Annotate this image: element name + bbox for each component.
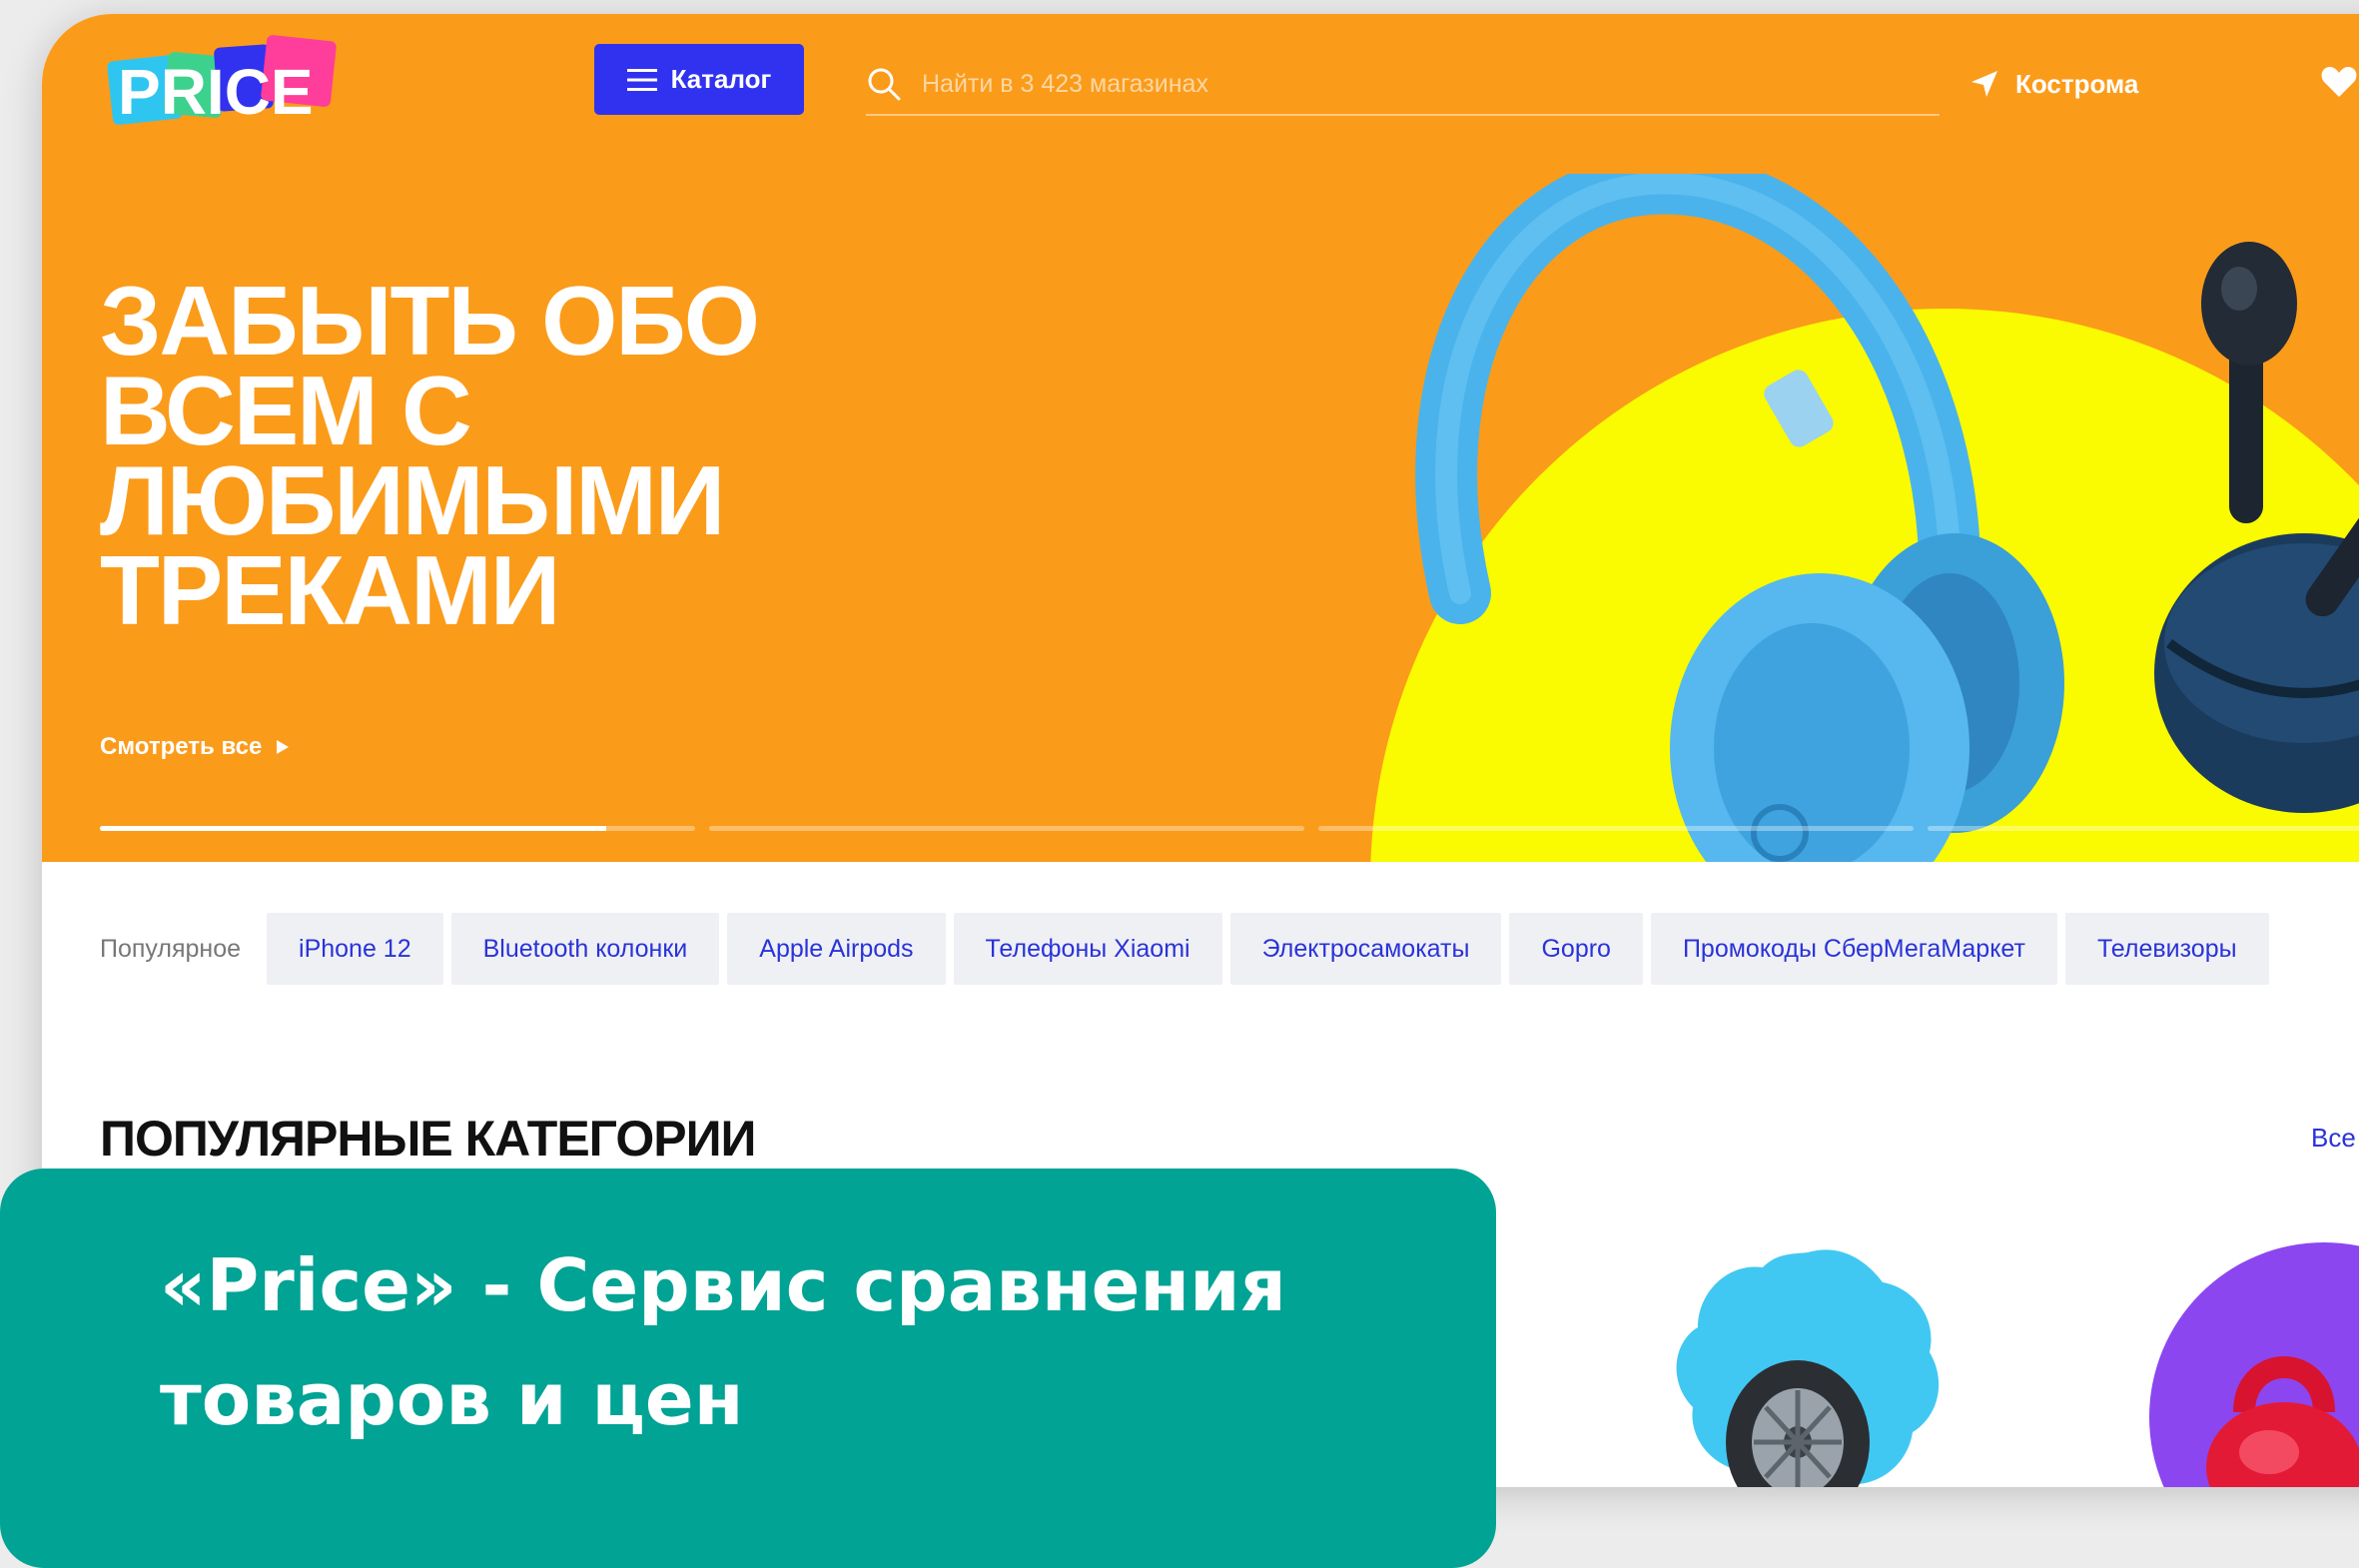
search-bar[interactable] <box>866 54 1940 116</box>
tag-bluetooth-speakers[interactable]: Bluetooth колонки <box>450 913 720 985</box>
section-title: ПОПУЛЯРНЫЕ КАТЕГОРИИ <box>100 1111 756 1167</box>
caption-text: «Price» - Сервис сравнения товаров и цен <box>160 1243 1286 1441</box>
search-icon <box>868 68 901 101</box>
menu-icon <box>626 68 657 91</box>
city-name: Кострома <box>2015 68 2139 99</box>
tag-iphone-12[interactable]: iPhone 12 <box>267 913 443 985</box>
promo-title: ЗАБЫТЬ ОБО ВСЕМ С ЛЮБИМЫМИ ТРЕКАМИ <box>100 272 760 639</box>
location-arrow-icon <box>1971 71 1997 97</box>
tag-apple-airpods[interactable]: Apple Airpods <box>727 913 946 985</box>
popular-tags: Популярное iPhone 12 Bluetooth колонки A… <box>100 913 2269 985</box>
heart-icon[interactable] <box>2321 66 2357 98</box>
popular-label: Популярное <box>100 934 242 963</box>
promo-title-line: ТРЕКАМИ <box>100 535 560 645</box>
catalog-button[interactable]: Каталог <box>594 44 804 115</box>
price-logo[interactable]: PRICE <box>100 34 362 138</box>
promo-banner: PRICE Каталог Кострома <box>42 14 2359 862</box>
see-all-label: Смотреть все <box>100 733 263 760</box>
see-all-link[interactable]: Смотреть все <box>100 733 290 761</box>
tag-sbermegamarket-promocodes[interactable]: Промокоды СберМегаМаркет <box>1650 913 2057 985</box>
slide-indicator[interactable] <box>1928 826 2359 831</box>
logo-text: PRICE <box>118 56 314 128</box>
all-categories-link[interactable]: Все <box>2311 1123 2356 1154</box>
search-input[interactable] <box>922 69 1821 99</box>
slide-indicator[interactable] <box>1318 826 1914 831</box>
slide-indicator[interactable] <box>709 826 1304 831</box>
city-selector[interactable]: Кострома <box>1969 64 2138 104</box>
headphones-earbuds-image <box>1415 174 2359 862</box>
category-sport-image[interactable] <box>2149 1242 2359 1487</box>
tag-electric-scooters[interactable]: Электросамокаты <box>1229 913 1502 985</box>
category-tires-image[interactable] <box>1668 1242 1948 1487</box>
tag-xiaomi-phones[interactable]: Телефоны Xiaomi <box>953 913 1222 985</box>
play-arrow-icon <box>277 740 290 754</box>
slide-progress-fill <box>100 826 606 831</box>
tag-tvs[interactable]: Телевизоры <box>2064 913 2269 985</box>
catalog-label: Каталог <box>670 64 772 94</box>
tag-gopro[interactable]: Gopro <box>1509 913 1643 985</box>
slide-indicator[interactable] <box>100 826 695 831</box>
